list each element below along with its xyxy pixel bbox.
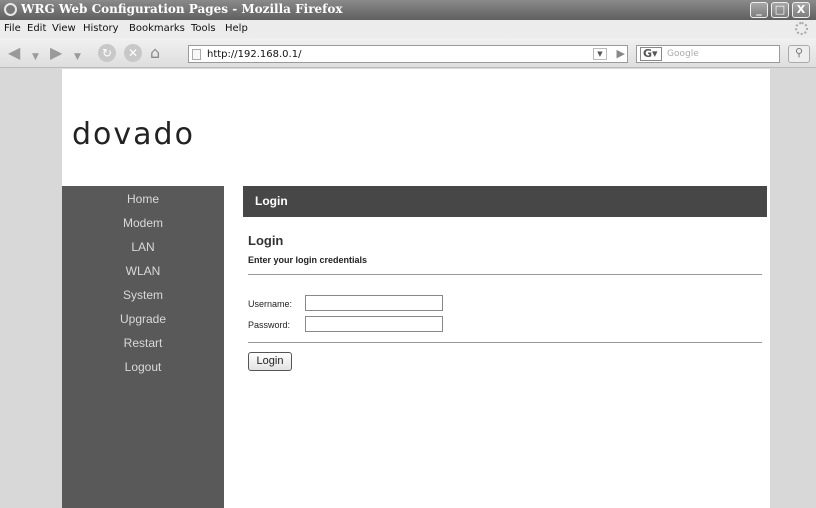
sidebar-item-system[interactable]: System <box>62 288 224 302</box>
search-magnifier-icon[interactable]: ⚲ <box>788 45 810 63</box>
reload-icon[interactable]: ↻ <box>98 44 116 62</box>
web-page: dovado Home Modem LAN WLAN System Upgrad… <box>62 69 770 508</box>
url-dropdown-icon[interactable]: ▼ <box>593 48 607 60</box>
forward-history-dropdown-icon[interactable]: ▼ <box>74 48 81 66</box>
search-placeholder: Google <box>667 49 699 59</box>
sidebar-item-upgrade[interactable]: Upgrade <box>62 312 224 326</box>
sidebar-item-wlan[interactable]: WLAN <box>62 264 224 278</box>
address-bar[interactable]: http://192.168.0.1/ ▼ ▶ <box>188 45 628 63</box>
menu-edit[interactable]: Edit <box>27 23 46 34</box>
close-button[interactable]: X <box>792 2 810 18</box>
login-button[interactable]: Login <box>248 352 292 371</box>
password-field[interactable] <box>305 316 443 332</box>
activity-throbber-icon <box>795 22 808 35</box>
username-field[interactable] <box>305 295 443 311</box>
stop-icon[interactable]: ✕ <box>124 44 142 62</box>
sidebar-item-modem[interactable]: Modem <box>62 216 224 230</box>
window-title: WRG Web Configuration Pages - Mozilla Fi… <box>21 2 343 16</box>
page-icon <box>192 49 201 60</box>
dovado-logo: dovado <box>72 117 195 152</box>
minimize-button[interactable]: _ <box>750 2 768 18</box>
search-engine-selector[interactable]: G▾ <box>640 47 662 61</box>
url-text: http://192.168.0.1/ <box>207 49 302 60</box>
sidebar-item-home[interactable]: Home <box>62 192 224 206</box>
menu-help[interactable]: Help <box>225 23 248 34</box>
back-arrow-icon[interactable]: ◀ <box>8 44 20 62</box>
maximize-button[interactable]: □ <box>771 2 789 18</box>
browser-viewport: dovado Home Modem LAN WLAN System Upgrad… <box>0 69 816 508</box>
window-title-bar: WRG Web Configuration Pages - Mozilla Fi… <box>0 0 816 20</box>
search-box[interactable]: G▾ Google <box>636 45 780 63</box>
forward-arrow-icon[interactable]: ▶ <box>50 44 62 62</box>
section-header-title: Login <box>255 194 288 208</box>
sidebar-item-lan[interactable]: LAN <box>62 240 224 254</box>
menu-tools[interactable]: Tools <box>191 23 216 34</box>
menu-bar: File Edit View History Bookmarks Tools H… <box>0 20 816 38</box>
menu-file[interactable]: File <box>4 23 21 34</box>
section-header: Login <box>243 186 767 217</box>
divider <box>248 274 762 275</box>
page-subtitle: Enter your login credentials <box>248 255 368 265</box>
navigation-toolbar: ◀ ▼ ▶ ▼ ↻ ✕ ⌂ http://192.168.0.1/ ▼ ▶ G▾… <box>0 38 816 68</box>
menu-bookmarks[interactable]: Bookmarks <box>129 23 185 34</box>
menu-history[interactable]: History <box>83 23 119 34</box>
home-icon[interactable]: ⌂ <box>150 44 160 62</box>
sidebar-nav: Home Modem LAN WLAN System Upgrade Resta… <box>62 186 224 508</box>
password-label: Password: <box>248 320 291 330</box>
menu-view[interactable]: View <box>52 23 76 34</box>
firefox-icon <box>4 3 17 16</box>
sidebar-item-restart[interactable]: Restart <box>62 336 224 350</box>
page-title: Login <box>248 233 284 248</box>
username-label: Username: <box>248 299 293 309</box>
go-arrow-icon[interactable]: ▶ <box>617 47 625 60</box>
sidebar-item-logout[interactable]: Logout <box>62 360 224 374</box>
back-history-dropdown-icon[interactable]: ▼ <box>32 48 39 66</box>
divider <box>248 342 762 343</box>
search-engine-logo: G <box>643 47 653 60</box>
